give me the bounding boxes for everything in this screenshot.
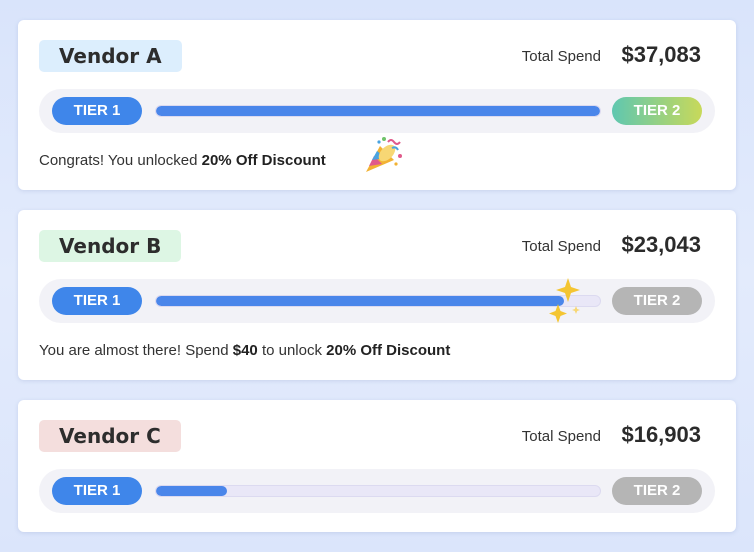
message-text: You are almost there! Spend [39,342,233,359]
message-text: Congrats! You unlocked [39,152,202,169]
unlock-message: You are almost there! Spend $40 to unloc… [39,342,450,359]
tier-progress-track: TIER 1 TIER 2 [39,279,715,323]
tier-1-pill: TIER 1 [52,97,142,125]
total-spend-value: $23,043 [621,232,701,257]
progress-bar [155,485,601,497]
total-spend-value: $16,903 [621,422,701,447]
amount-text: $40 [232,342,258,359]
tier-progress-track: TIER 1 TIER 2 [39,469,715,513]
party-popper-icon [366,137,402,172]
total-spend-label: Total Spend [521,238,601,255]
vendor-card-b: Vendor B Total Spend $23,043 TIER 1 TIER… [18,210,736,380]
tier-2-pill: TIER 2 [612,287,702,315]
tier-progress-track: TIER 1 TIER 2 [39,89,715,133]
page-background: Vendor A Total Spend $37,083 TIER 1 TIER… [0,0,754,552]
progress-fill [156,106,600,116]
total-spend-value: $37,083 [621,42,701,67]
discount-text: 20% Off Discount [201,152,326,169]
discount-text: 20% Off Discount [326,342,451,359]
tier-2-pill: TIER 2 [612,97,702,125]
message-text: to unlock [257,342,327,359]
vendor-name-tag: Vendor B [39,230,182,262]
vendor-name-tag: Vendor C [39,420,181,452]
vendor-name-tag: Vendor A [39,40,182,72]
vendor-card-a: Vendor A Total Spend $37,083 TIER 1 TIER… [18,20,736,190]
tier-2-pill: TIER 2 [612,477,702,505]
progress-fill [156,296,565,306]
progress-bar [155,105,601,117]
total-spend-label: Total Spend [521,48,601,65]
vendor-card-c: Vendor C Total Spend $16,903 TIER 1 TIER… [18,400,736,532]
sparkles-icon [549,278,580,323]
tier-1-pill: TIER 1 [52,287,142,315]
tier-1-pill: TIER 1 [52,477,142,505]
total-spend-label: Total Spend [521,428,601,445]
progress-fill [156,486,228,496]
unlock-message: Congrats! You unlocked 20% Off Discount [39,152,326,169]
progress-bar [155,295,601,307]
